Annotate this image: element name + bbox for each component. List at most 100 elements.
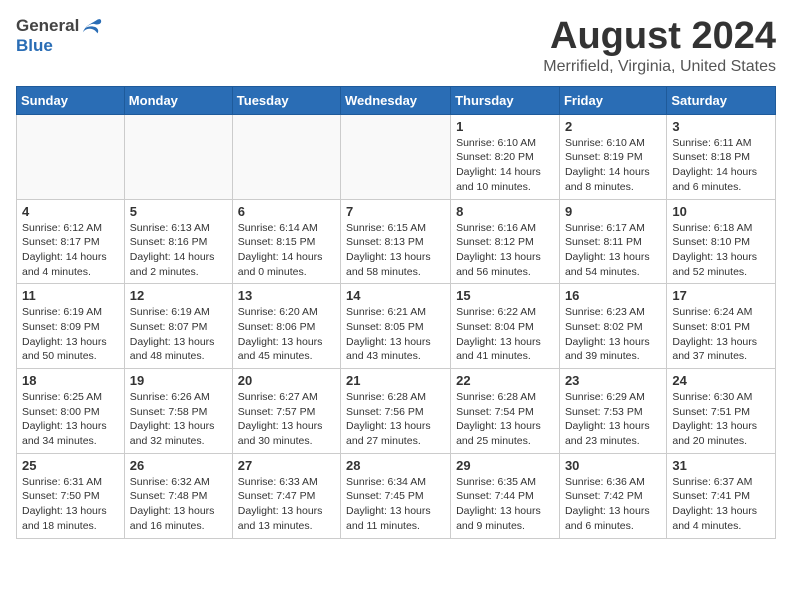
calendar-cell: 9 Sunrise: 6:17 AM Sunset: 8:11 PM Daylig… (559, 199, 666, 284)
day-number: 26 (130, 458, 227, 473)
calendar-cell: 5 Sunrise: 6:13 AM Sunset: 8:16 PM Daylig… (124, 199, 232, 284)
day-number: 24 (672, 373, 770, 388)
day-info: Sunrise: 6:37 AM Sunset: 7:41 PM Dayligh… (672, 475, 770, 534)
day-info: Sunrise: 6:31 AM Sunset: 7:50 PM Dayligh… (22, 475, 119, 534)
day-number: 23 (565, 373, 661, 388)
calendar-header-row: SundayMondayTuesdayWednesdayThursdayFrid… (17, 86, 776, 114)
day-number: 2 (565, 119, 661, 134)
calendar-cell: 1 Sunrise: 6:10 AM Sunset: 8:20 PM Daylig… (451, 114, 560, 199)
calendar-cell: 28 Sunrise: 6:34 AM Sunset: 7:45 PM Dayli… (341, 453, 451, 538)
calendar-cell: 2Sunrise: 6:10 AM Sunset: 8:19 PM Daylig… (559, 114, 666, 199)
day-info: Sunrise: 6:14 AM Sunset: 8:15 PM Dayligh… (238, 221, 335, 280)
day-info: Sunrise: 6:17 AM Sunset: 8:11 PM Dayligh… (565, 221, 661, 280)
weekday-header-monday: Monday (124, 86, 232, 114)
day-info: Sunrise: 6:10 AM Sunset: 8:20 PM Dayligh… (456, 136, 554, 195)
day-number: 15 (456, 288, 554, 303)
calendar-cell: 6Sunrise: 6:14 AM Sunset: 8:15 PM Daylig… (232, 199, 340, 284)
day-number: 8 (456, 204, 554, 219)
day-number: 18 (22, 373, 119, 388)
day-number: 12 (130, 288, 227, 303)
calendar-cell: 11 Sunrise: 6:19 AM Sunset: 8:09 PM Dayli… (17, 284, 125, 369)
calendar-cell: 31Sunrise: 6:37 AM Sunset: 7:41 PM Dayli… (667, 453, 776, 538)
calendar-cell: 13 Sunrise: 6:20 AM Sunset: 8:06 PM Dayli… (232, 284, 340, 369)
weekday-header-wednesday: Wednesday (341, 86, 451, 114)
day-info: Sunrise: 6:33 AM Sunset: 7:47 PM Dayligh… (238, 475, 335, 534)
calendar-cell: 20 Sunrise: 6:27 AM Sunset: 7:57 PM Dayli… (232, 369, 340, 454)
day-number: 9 (565, 204, 661, 219)
day-number: 22 (456, 373, 554, 388)
calendar-week-row: 18 Sunrise: 6:25 AM Sunset: 8:00 PM Dayli… (17, 369, 776, 454)
calendar-cell: 29 Sunrise: 6:35 AM Sunset: 7:44 PM Dayli… (451, 453, 560, 538)
day-info: Sunrise: 6:30 AM Sunset: 7:51 PM Dayligh… (672, 390, 770, 449)
day-info: Sunrise: 6:22 AM Sunset: 8:04 PM Dayligh… (456, 305, 554, 364)
day-info: Sunrise: 6:35 AM Sunset: 7:44 PM Dayligh… (456, 475, 554, 534)
calendar-week-row: 1 Sunrise: 6:10 AM Sunset: 8:20 PM Daylig… (17, 114, 776, 199)
calendar-cell (341, 114, 451, 199)
day-number: 7 (346, 204, 445, 219)
day-number: 20 (238, 373, 335, 388)
day-number: 4 (22, 204, 119, 219)
day-info: Sunrise: 6:28 AM Sunset: 7:54 PM Dayligh… (456, 390, 554, 449)
day-number: 21 (346, 373, 445, 388)
day-info: Sunrise: 6:12 AM Sunset: 8:17 PM Dayligh… (22, 221, 119, 280)
calendar-week-row: 11 Sunrise: 6:19 AM Sunset: 8:09 PM Dayli… (17, 284, 776, 369)
day-info: Sunrise: 6:19 AM Sunset: 8:09 PM Dayligh… (22, 305, 119, 364)
day-info: Sunrise: 6:21 AM Sunset: 8:05 PM Dayligh… (346, 305, 445, 364)
day-number: 19 (130, 373, 227, 388)
weekday-header-sunday: Sunday (17, 86, 125, 114)
calendar-cell (124, 114, 232, 199)
day-info: Sunrise: 6:15 AM Sunset: 8:13 PM Dayligh… (346, 221, 445, 280)
day-info: Sunrise: 6:26 AM Sunset: 7:58 PM Dayligh… (130, 390, 227, 449)
day-info: Sunrise: 6:13 AM Sunset: 8:16 PM Dayligh… (130, 221, 227, 280)
logo-bird-icon (81, 16, 103, 36)
day-info: Sunrise: 6:25 AM Sunset: 8:00 PM Dayligh… (22, 390, 119, 449)
day-info: Sunrise: 6:27 AM Sunset: 7:57 PM Dayligh… (238, 390, 335, 449)
day-info: Sunrise: 6:34 AM Sunset: 7:45 PM Dayligh… (346, 475, 445, 534)
day-number: 11 (22, 288, 119, 303)
day-number: 10 (672, 204, 770, 219)
day-number: 5 (130, 204, 227, 219)
calendar-cell: 17 Sunrise: 6:24 AM Sunset: 8:01 PM Dayli… (667, 284, 776, 369)
day-number: 27 (238, 458, 335, 473)
weekday-header-thursday: Thursday (451, 86, 560, 114)
day-info: Sunrise: 6:11 AM Sunset: 8:18 PM Dayligh… (672, 136, 770, 195)
day-info: Sunrise: 6:20 AM Sunset: 8:06 PM Dayligh… (238, 305, 335, 364)
day-info: Sunrise: 6:24 AM Sunset: 8:01 PM Dayligh… (672, 305, 770, 364)
day-number: 28 (346, 458, 445, 473)
title-section: August 2024 Merrifield, Virginia, United… (543, 16, 776, 76)
day-number: 17 (672, 288, 770, 303)
calendar-cell: 18 Sunrise: 6:25 AM Sunset: 8:00 PM Dayli… (17, 369, 125, 454)
calendar-cell (232, 114, 340, 199)
day-info: Sunrise: 6:18 AM Sunset: 8:10 PM Dayligh… (672, 221, 770, 280)
calendar-cell: 4 Sunrise: 6:12 AM Sunset: 8:17 PM Daylig… (17, 199, 125, 284)
calendar-cell: 10 Sunrise: 6:18 AM Sunset: 8:10 PM Dayli… (667, 199, 776, 284)
day-number: 13 (238, 288, 335, 303)
calendar-cell: 27 Sunrise: 6:33 AM Sunset: 7:47 PM Dayli… (232, 453, 340, 538)
calendar-cell: 24 Sunrise: 6:30 AM Sunset: 7:51 PM Dayli… (667, 369, 776, 454)
calendar-cell: 30 Sunrise: 6:36 AM Sunset: 7:42 PM Dayli… (559, 453, 666, 538)
day-number: 29 (456, 458, 554, 473)
day-info: Sunrise: 6:32 AM Sunset: 7:48 PM Dayligh… (130, 475, 227, 534)
calendar-cell: 26 Sunrise: 6:32 AM Sunset: 7:48 PM Dayli… (124, 453, 232, 538)
day-info: Sunrise: 6:23 AM Sunset: 8:02 PM Dayligh… (565, 305, 661, 364)
calendar-cell: 25 Sunrise: 6:31 AM Sunset: 7:50 PM Dayli… (17, 453, 125, 538)
weekday-header-friday: Friday (559, 86, 666, 114)
calendar-cell (17, 114, 125, 199)
calendar-week-row: 25 Sunrise: 6:31 AM Sunset: 7:50 PM Dayli… (17, 453, 776, 538)
location-subtitle: Merrifield, Virginia, United States (543, 58, 776, 76)
day-info: Sunrise: 6:28 AM Sunset: 7:56 PM Dayligh… (346, 390, 445, 449)
calendar-table: SundayMondayTuesdayWednesdayThursdayFrid… (16, 86, 776, 539)
day-number: 1 (456, 119, 554, 134)
calendar-cell: 19 Sunrise: 6:26 AM Sunset: 7:58 PM Dayli… (124, 369, 232, 454)
day-number: 16 (565, 288, 661, 303)
calendar-cell: 12Sunrise: 6:19 AM Sunset: 8:07 PM Dayli… (124, 284, 232, 369)
day-number: 30 (565, 458, 661, 473)
calendar-cell: 22 Sunrise: 6:28 AM Sunset: 7:54 PM Dayli… (451, 369, 560, 454)
day-number: 25 (22, 458, 119, 473)
calendar-cell: 15 Sunrise: 6:22 AM Sunset: 8:04 PM Dayli… (451, 284, 560, 369)
weekday-header-tuesday: Tuesday (232, 86, 340, 114)
day-info: Sunrise: 6:36 AM Sunset: 7:42 PM Dayligh… (565, 475, 661, 534)
calendar-cell: 14Sunrise: 6:21 AM Sunset: 8:05 PM Dayli… (341, 284, 451, 369)
calendar-cell: 8Sunrise: 6:16 AM Sunset: 8:12 PM Daylig… (451, 199, 560, 284)
logo-blue-text: Blue (16, 36, 53, 56)
